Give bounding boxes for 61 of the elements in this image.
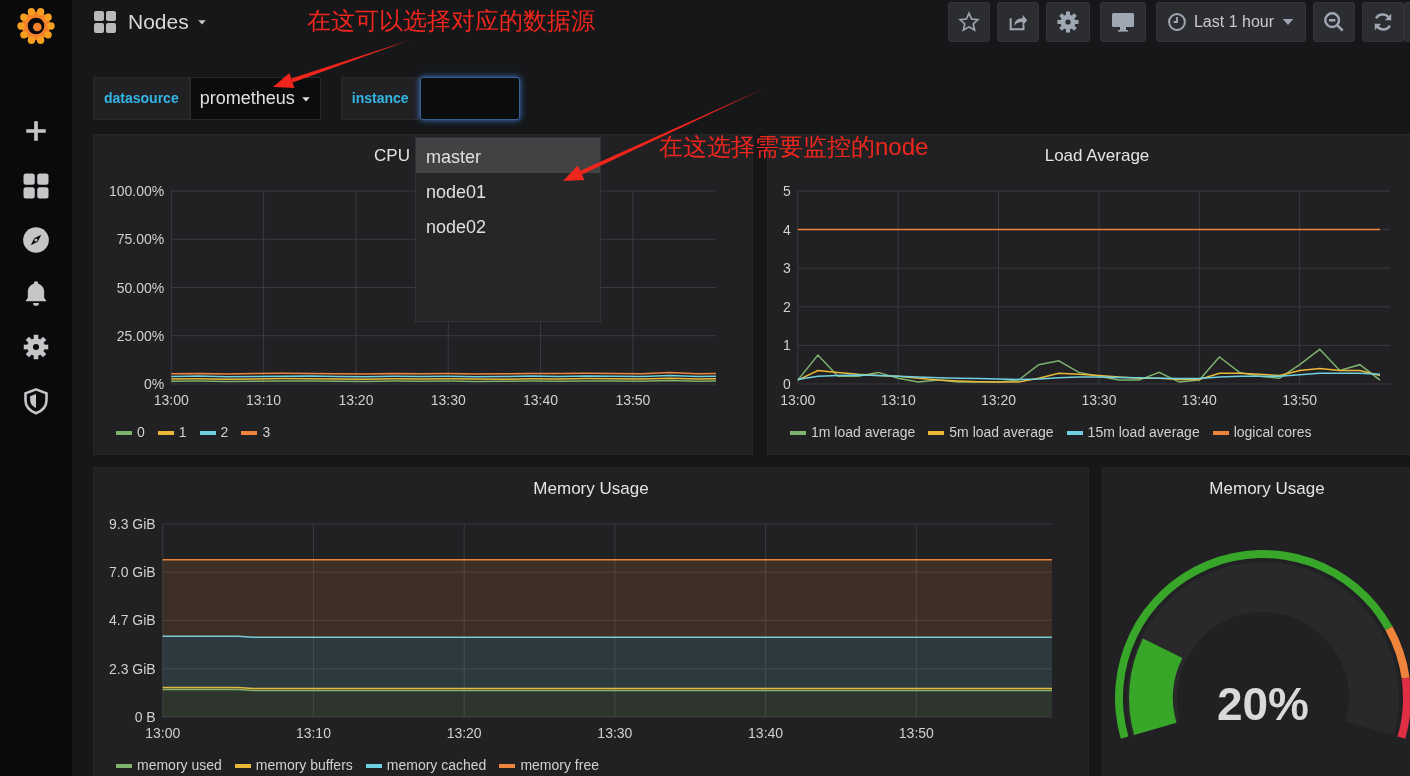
legend-item: 5m load average — [928, 421, 1054, 443]
axis-label: 13:40 — [748, 725, 784, 741]
axis-label: 5 — [783, 183, 791, 199]
legend-item: 3 — [241, 421, 271, 443]
axis-label: 13:10 — [295, 725, 331, 741]
axis-label: 13:30 — [1081, 392, 1117, 408]
annotation-text: 在这可以选择对应的数据源 — [307, 9, 595, 33]
legend-item: 1 — [157, 421, 187, 443]
axis-label: 13:20 — [338, 392, 374, 408]
axis-label: 75.00% — [116, 231, 165, 248]
gauge-value: 20% — [1216, 678, 1310, 730]
axis-label: 13:00 — [153, 392, 189, 408]
variable-label: datasource — [93, 77, 190, 120]
legend-item: memory cached — [365, 754, 487, 776]
axis-label: 2 — [783, 298, 791, 315]
dropdown-option[interactable]: master — [416, 138, 600, 173]
axis-label: 13:20 — [981, 392, 1017, 408]
axis-label: 0 — [783, 376, 791, 392]
axis-label: 13:40 — [523, 392, 559, 408]
axis-label: 13:20 — [446, 725, 482, 741]
datasource-select[interactable]: prometheus — [189, 77, 321, 120]
axis-label: 13:10 — [246, 392, 282, 408]
axis-label: 7.0 GiB — [109, 564, 156, 581]
axis-label: 0 B — [134, 709, 156, 725]
axis-label: 50.00% — [116, 279, 165, 296]
axis-label: 13:30 — [430, 392, 466, 408]
annotation-text: 在这选择需要监控的node — [659, 135, 929, 159]
axis-label: 13:30 — [597, 725, 633, 741]
legend-item: memory buffers — [234, 754, 353, 776]
legend-item: logical cores — [1212, 421, 1312, 443]
legend-item: 15m load average — [1066, 421, 1200, 443]
axis-label: 13:50 — [898, 725, 934, 741]
axis-label: 13:50 — [1282, 392, 1318, 408]
legend-item: 1m load average — [790, 421, 916, 443]
axis-label: 0% — [144, 376, 165, 392]
panel-title: Load Average — [1044, 144, 1150, 167]
axis-label: 4 — [783, 221, 791, 238]
legend-item: memory used — [116, 754, 222, 776]
panel-title: Memory Usage — [533, 477, 649, 500]
dropdown-option[interactable]: node01 — [416, 173, 600, 208]
panel-title: Memory Usage — [1209, 477, 1325, 500]
variable-label: instance — [340, 77, 420, 120]
axis-label: 13:10 — [880, 392, 916, 408]
dropdown-option[interactable]: node02 — [416, 208, 600, 243]
axis-label: 4.7 GiB — [109, 612, 156, 629]
axis-label: 9.3 GiB — [109, 516, 156, 532]
axis-label: 3 — [783, 260, 791, 277]
panel-title: CPU — [374, 144, 410, 167]
time-range-picker[interactable]: Last 1 hour — [1156, 2, 1306, 42]
legend-item: 0 — [116, 421, 145, 443]
axis-label: 13:00 — [780, 392, 816, 408]
axis-label: 100.00% — [109, 183, 165, 199]
axis-label: 13:50 — [615, 392, 651, 408]
axis-label: 13:00 — [145, 725, 181, 741]
dashboard-picker[interactable]: Nodes — [128, 6, 207, 38]
axis-label: 25.00% — [116, 327, 165, 344]
axis-label: 1 — [783, 337, 791, 354]
axis-label: 13:40 — [1181, 392, 1217, 408]
axis-label: 2.3 GiB — [109, 660, 156, 677]
legend-item: 2 — [199, 421, 229, 443]
legend-item: memory free — [499, 754, 599, 776]
